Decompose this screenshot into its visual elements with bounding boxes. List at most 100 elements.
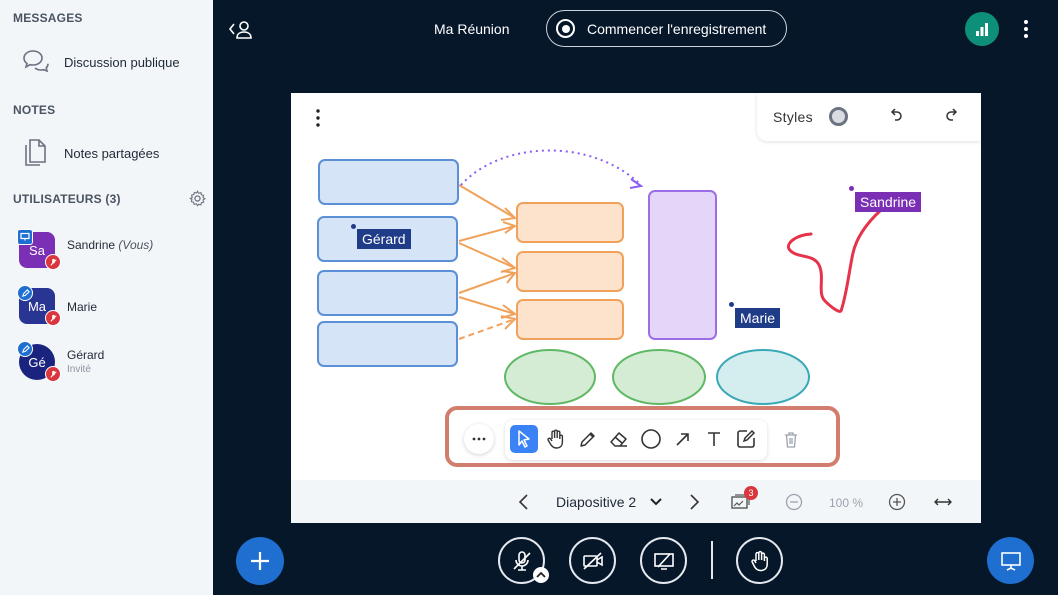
- shape-rectangle: [648, 190, 717, 340]
- whiteboard-menu-button[interactable]: [309, 107, 327, 129]
- camera-off-icon: [582, 551, 603, 570]
- arrow-tool-button[interactable]: [669, 425, 697, 453]
- notes-section-title: NOTES: [13, 103, 56, 117]
- text-tool-button[interactable]: [700, 425, 728, 453]
- cursor-label-marie: Marie: [735, 308, 781, 328]
- shape-rectangle: [516, 251, 624, 292]
- style-panel: Styles: [757, 93, 981, 141]
- slide-selector[interactable]: Diapositive 2: [556, 494, 636, 510]
- eraser-tool-button[interactable]: [605, 425, 633, 453]
- shape-rectangle: [516, 299, 624, 340]
- zoom-out-icon[interactable]: [785, 493, 803, 511]
- cursor-label-gerard: Gérard: [357, 229, 411, 249]
- record-icon: [556, 19, 575, 38]
- record-label: Commencer l'enregistrement: [587, 21, 767, 37]
- toggle-sidebar-button[interactable]: [228, 18, 254, 40]
- styles-label[interactable]: Styles: [773, 109, 813, 125]
- presentation-icon: [1000, 551, 1021, 571]
- audio-options-button[interactable]: [533, 567, 549, 583]
- meeting-title: Ma Réunion: [434, 21, 510, 37]
- shared-notes-label: Notes partagées: [64, 145, 160, 161]
- arrow-icon: [676, 433, 689, 446]
- select-tool-button[interactable]: [510, 425, 538, 453]
- previous-slide-icon[interactable]: [517, 493, 531, 511]
- fit-width-icon[interactable]: [933, 493, 953, 511]
- whiteboard[interactable]: Styles Gérard Sandrine Marie Diapositive…: [291, 93, 981, 523]
- shape-dotted-arrow: [460, 149, 642, 186]
- cursor-label-sandrine: Sandrine: [855, 192, 922, 212]
- muted-mic-icon: [45, 254, 61, 270]
- chevron-down-icon[interactable]: [649, 495, 663, 509]
- user-item-marie[interactable]: Ma Marie: [0, 284, 213, 336]
- actions-button[interactable]: [236, 537, 284, 585]
- next-slide-icon[interactable]: [687, 493, 701, 511]
- shape-ellipse: [612, 349, 706, 405]
- chevron-up-icon: [536, 571, 546, 578]
- sidebar: MESSAGES Discussion publique NOTES Notes…: [0, 0, 213, 595]
- cursor-pointer-sandrine: [849, 186, 854, 191]
- user-item-sandrine[interactable]: Sa Sandrine (Vous): [0, 228, 213, 280]
- user-item-gerard[interactable]: Gé Gérard Invité: [0, 340, 213, 392]
- note-tool-button[interactable]: [732, 425, 760, 453]
- color-swatch-icon[interactable]: [829, 107, 848, 126]
- undo-icon[interactable]: [887, 107, 905, 125]
- note-icon: [737, 429, 756, 448]
- record-button[interactable]: Commencer l'enregistrement: [546, 10, 787, 47]
- muted-microphone-icon: [512, 550, 531, 571]
- shape-arrows: [458, 184, 518, 340]
- chat-icon: [23, 50, 49, 73]
- zoom-in-icon[interactable]: [888, 493, 906, 511]
- avatar-initials: Sa: [29, 242, 45, 258]
- notes-icon: [25, 139, 46, 166]
- hand-tool-button[interactable]: [542, 425, 570, 453]
- gear-icon[interactable]: [189, 190, 206, 207]
- camera-button[interactable]: [569, 537, 616, 584]
- muted-mic-icon: [45, 366, 61, 382]
- avatar-initials: Gé: [28, 354, 46, 370]
- signal-icon: [976, 23, 988, 36]
- shape-rectangle: [516, 202, 624, 243]
- options-menu-button[interactable]: [1016, 17, 1036, 41]
- pencil-badge-icon: [17, 341, 33, 357]
- pencil-icon: [580, 432, 595, 447]
- hand-icon: [750, 550, 768, 571]
- user-name: Sandrine (Vous): [67, 238, 154, 252]
- connection-status-button[interactable]: [965, 12, 999, 46]
- presenter-icon: [17, 229, 33, 245]
- ellipse-tool-button[interactable]: [637, 425, 665, 453]
- shape-rectangle: [317, 321, 458, 367]
- pencil-tool-button[interactable]: [574, 425, 602, 453]
- shape-ellipse: [716, 349, 810, 405]
- select-icon: [518, 430, 530, 448]
- more-icon: [472, 437, 486, 441]
- eraser-icon: [610, 432, 627, 447]
- trash-icon[interactable]: [783, 431, 799, 449]
- more-tools-button[interactable]: [464, 424, 494, 454]
- shape-rectangle: [317, 270, 458, 316]
- drawing-toolbar: [505, 420, 767, 460]
- shared-notes-item[interactable]: Notes partagées: [0, 131, 213, 175]
- user-name: Gérard: [67, 348, 105, 362]
- muted-mic-icon: [45, 310, 61, 326]
- user-role: Invité: [67, 364, 91, 375]
- hand-icon: [547, 429, 564, 449]
- users-section-title: UTILISATEURS (3): [13, 192, 121, 206]
- messages-section-title: MESSAGES: [13, 11, 83, 25]
- plus-icon: [251, 552, 269, 570]
- text-icon: [708, 432, 720, 446]
- multi-user-count-badge: 3: [744, 486, 758, 500]
- public-chat-item[interactable]: Discussion publique: [0, 40, 213, 84]
- slide-navigation-bar: Diapositive 2 3 100 %: [291, 480, 981, 523]
- redo-icon[interactable]: [943, 107, 961, 125]
- user-name: Marie: [67, 300, 98, 314]
- pencil-badge-icon: [17, 285, 33, 301]
- cursor-pointer-gerard: [351, 224, 356, 229]
- shape-ellipse: [504, 349, 596, 405]
- raise-hand-button[interactable]: [736, 537, 783, 584]
- public-chat-label: Discussion publique: [64, 54, 180, 70]
- screen-share-button[interactable]: [640, 537, 687, 584]
- presentation-button[interactable]: [987, 537, 1034, 584]
- zoom-level[interactable]: 100 %: [829, 496, 863, 510]
- divider: [711, 541, 713, 579]
- cursor-pointer-marie: [729, 302, 734, 307]
